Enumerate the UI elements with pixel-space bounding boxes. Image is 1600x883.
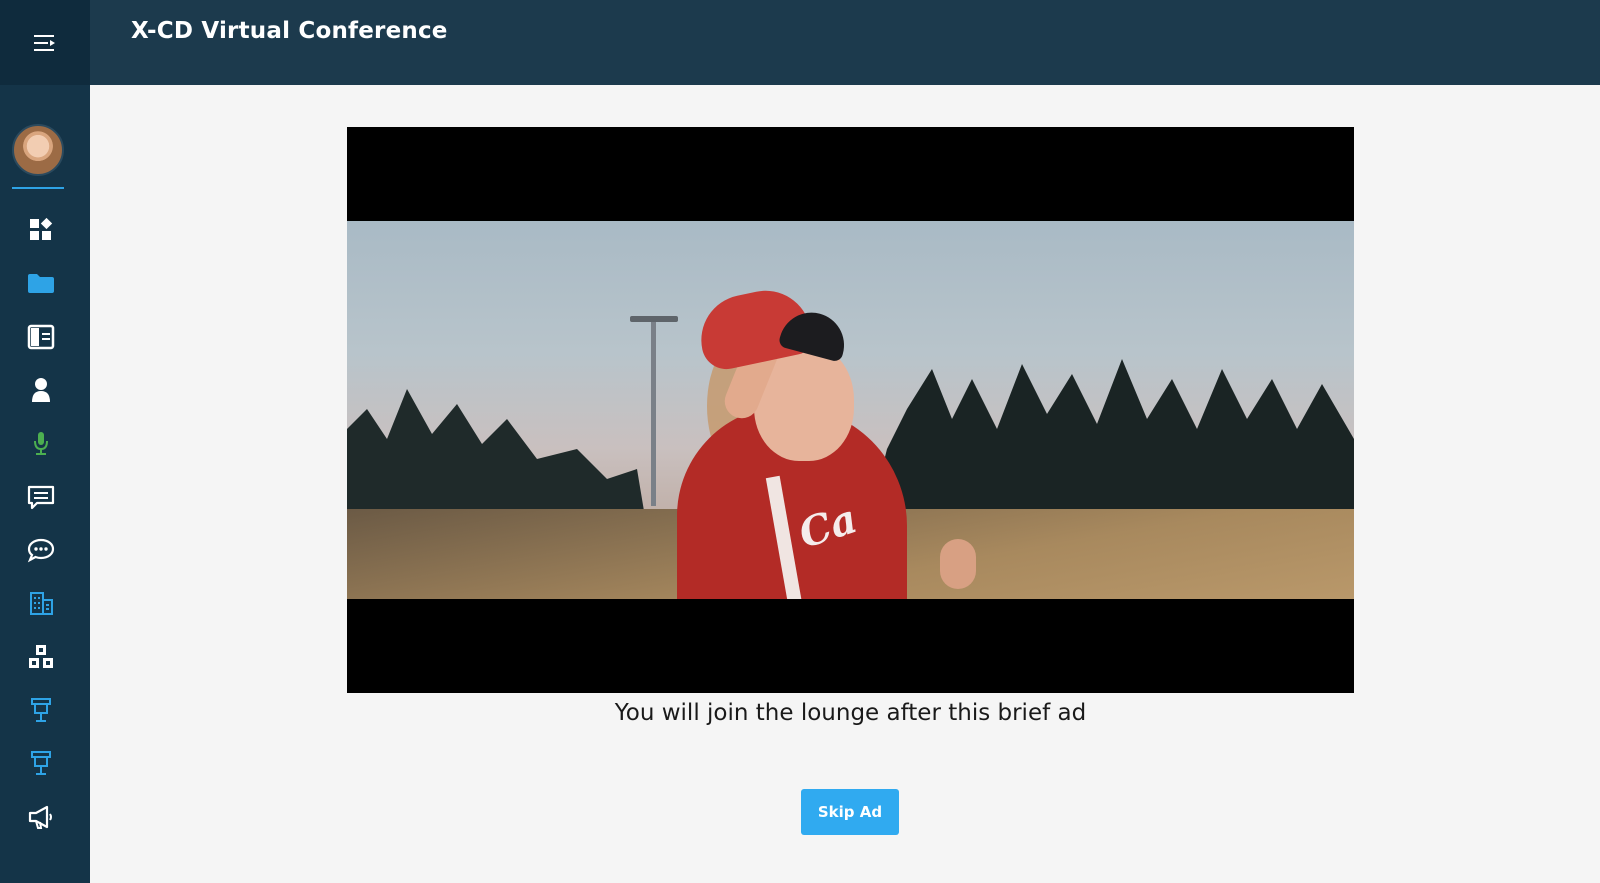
- sidebar-item-agenda[interactable]: [20, 317, 62, 357]
- sidebar: [0, 0, 90, 883]
- booth-icon: [31, 698, 51, 722]
- menu-icon: [34, 34, 55, 51]
- abc-blocks-icon: [29, 645, 53, 668]
- message-icon: [27, 485, 55, 510]
- hand-graphic: [940, 539, 976, 589]
- microphone-icon: [34, 432, 48, 455]
- megaphone-icon: [28, 805, 52, 829]
- light-lamp-graphic: [630, 316, 678, 322]
- menu-toggle-button[interactable]: [0, 0, 90, 85]
- chat-bubble-icon: [27, 538, 55, 563]
- sidebar-item-dashboard[interactable]: [20, 210, 62, 250]
- sidebar-item-profile[interactable]: [20, 370, 62, 410]
- skip-ad-button[interactable]: Skip Ad: [801, 789, 899, 835]
- sidebar-item-booth-2[interactable]: [20, 743, 62, 783]
- sidebar-item-sessions[interactable]: [20, 637, 62, 677]
- sidebar-item-booth-1[interactable]: [20, 690, 62, 730]
- building-icon: [30, 592, 53, 615]
- top-header: X-CD Virtual Conference: [90, 0, 1600, 85]
- sidebar-item-files[interactable]: [20, 263, 62, 303]
- light-pole-graphic: [651, 316, 656, 506]
- sidebar-item-exhibitors[interactable]: [20, 583, 62, 623]
- ad-video-frame: Ca: [347, 221, 1354, 599]
- user-avatar[interactable]: [12, 124, 64, 176]
- sidebar-item-speakers[interactable]: [20, 423, 62, 463]
- grid-icon: [30, 217, 53, 240]
- person-icon: [32, 378, 50, 402]
- folder-icon: [28, 274, 54, 293]
- sidebar-item-announcements[interactable]: [20, 797, 62, 837]
- ad-video-player[interactable]: Ca: [347, 127, 1354, 693]
- avatar-underline: [12, 187, 64, 189]
- sidebar-item-messages[interactable]: [20, 477, 62, 517]
- app-title: X-CD Virtual Conference: [131, 18, 448, 44]
- document-icon: [27, 324, 55, 350]
- booth-icon: [31, 751, 51, 775]
- sidebar-item-chat[interactable]: [20, 530, 62, 570]
- ad-caption: You will join the lounge after this brie…: [614, 700, 1087, 726]
